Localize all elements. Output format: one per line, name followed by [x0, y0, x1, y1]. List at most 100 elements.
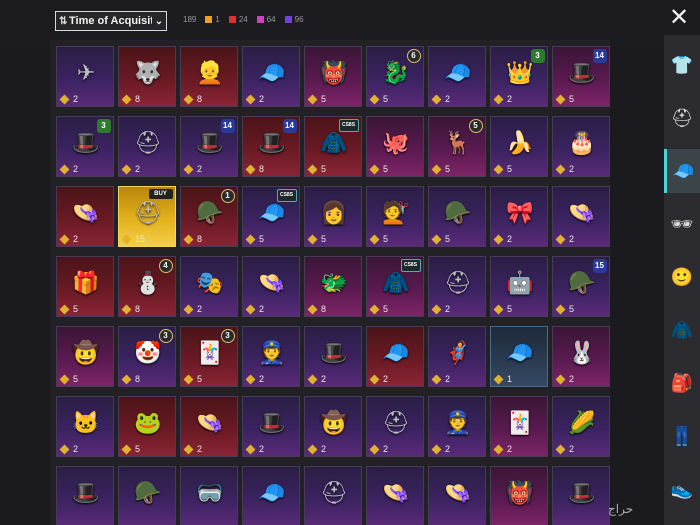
item-icon: ⛄: [134, 270, 162, 295]
inventory-item[interactable]: ✈ 2: [56, 46, 114, 107]
item-icon: 🐰: [568, 340, 596, 365]
item-icon: 👹: [506, 480, 534, 505]
item-count-value: 1: [507, 374, 513, 384]
inventory-item[interactable]: 🤠 5: [56, 326, 114, 387]
inventory-item[interactable]: 🐺 8: [118, 46, 176, 107]
inventory-item[interactable]: 🎩: [552, 466, 610, 525]
item-badge: 3: [96, 119, 111, 133]
coin-icon: [307, 164, 318, 174]
item-count: 2: [245, 444, 264, 454]
inventory-item[interactable]: ⛑ 2: [366, 396, 424, 457]
inventory-item[interactable]: 🧢 5 CS8S: [242, 186, 300, 247]
inventory-item[interactable]: 💇 5: [366, 186, 424, 247]
inventory-item[interactable]: 🐰 2: [552, 326, 610, 387]
inventory-item[interactable]: 🎁 5: [56, 256, 114, 317]
inventory-item[interactable]: ⛄ 8 4: [118, 256, 176, 317]
item-count: 5: [307, 234, 326, 244]
coin-icon: [493, 234, 504, 244]
inventory-item[interactable]: 👒 2: [552, 186, 610, 247]
tab-shoes[interactable]: 👟: [664, 467, 700, 511]
item-count: 2: [59, 94, 78, 104]
inventory-item[interactable]: 👩 5: [304, 186, 362, 247]
inventory-item[interactable]: 🪖 5 15: [552, 256, 610, 317]
inventory-item[interactable]: 🤖 5: [490, 256, 548, 317]
inventory-item[interactable]: 🎩 2: [242, 396, 300, 457]
tab-face[interactable]: 🙂: [664, 255, 700, 299]
inventory-item[interactable]: 🦌 5 5: [428, 116, 486, 177]
tab-jacket[interactable]: 🧥: [664, 308, 700, 352]
inventory-item[interactable]: 🎂 2: [552, 116, 610, 177]
inventory-item[interactable]: 👑 2 3: [490, 46, 548, 107]
inventory-item[interactable]: ⛑: [304, 466, 362, 525]
inventory-item[interactable]: 🎩 2 3: [56, 116, 114, 177]
inventory-item[interactable]: 🎩 8 14: [242, 116, 300, 177]
inventory-item[interactable]: 🧢: [242, 466, 300, 525]
inventory-item[interactable]: 🤠 2: [304, 396, 362, 457]
inventory-item[interactable]: 👮 2: [428, 396, 486, 457]
inventory-item[interactable]: 🤡 8 3: [118, 326, 176, 387]
jacket-icon: 🧥: [670, 319, 694, 340]
close-button[interactable]: ✕: [666, 5, 692, 31]
inventory-item[interactable]: 👮 2: [242, 326, 300, 387]
inventory-item[interactable]: 🎩 2 14: [180, 116, 238, 177]
inventory-item[interactable]: 🪖: [118, 466, 176, 525]
inventory-item[interactable]: 🍌 5: [490, 116, 548, 177]
inventory-item[interactable]: 👱 8: [180, 46, 238, 107]
inventory-item[interactable]: 🎀 2: [490, 186, 548, 247]
inventory-item[interactable]: 🎩 2: [304, 326, 362, 387]
inventory-item[interactable]: 🐱 2: [56, 396, 114, 457]
item-count: 2: [431, 94, 450, 104]
item-icon: 🤖: [506, 270, 534, 295]
inventory-item[interactable]: 🧢 1: [490, 326, 548, 387]
inventory-item[interactable]: 👹: [490, 466, 548, 525]
tab-outfit-set[interactable]: 👕: [664, 43, 700, 87]
item-icon: 🧢: [258, 480, 286, 505]
inventory-item[interactable]: 👒: [366, 466, 424, 525]
inventory-item[interactable]: 🎩: [56, 466, 114, 525]
item-count-value: 5: [73, 304, 79, 314]
inventory-item[interactable]: 👒 2: [242, 256, 300, 317]
inventory-item[interactable]: 🥽: [180, 466, 238, 525]
inventory-item[interactable]: 👒: [428, 466, 486, 525]
inventory-item[interactable]: 🪖 5: [428, 186, 486, 247]
inventory-item[interactable]: 🌽 2: [552, 396, 610, 457]
inventory-item[interactable]: 🃏 5 3: [180, 326, 238, 387]
inventory-item[interactable]: 🐲 8: [304, 256, 362, 317]
inventory-item[interactable]: 🧢 2: [242, 46, 300, 107]
inventory-item[interactable]: 👹 5: [304, 46, 362, 107]
tab-pants[interactable]: 👖: [664, 414, 700, 458]
coin-icon: [431, 444, 442, 454]
inventory-item[interactable]: 🃏 2: [490, 396, 548, 457]
inventory-item[interactable]: 🐸 5: [118, 396, 176, 457]
item-count: 2: [555, 164, 574, 174]
inventory-item[interactable]: 👒 2: [180, 396, 238, 457]
inventory-panel[interactable]: ✈ 2 🐺 8 👱 8 🧢 2 👹 5 🐉 5 6 🧢 2 👑 2 3 🎩 5 14 🎩 2 3 ⛑ 2 🎩 2 14 🎩 8 14 🧥 5 CS8…: [50, 40, 610, 525]
rarity-pink-count: 64: [266, 15, 276, 24]
inventory-item[interactable]: ⛑ 2: [428, 256, 486, 317]
inventory-item[interactable]: 🧢 2: [428, 46, 486, 107]
inventory-item[interactable]: ⛑ 15 BUY: [118, 186, 176, 247]
inventory-item[interactable]: 🧥 5 CS8S: [366, 256, 424, 317]
item-count-value: 5: [445, 164, 451, 174]
inventory-item[interactable]: 🧥 5 CS8S: [304, 116, 362, 177]
inventory-item[interactable]: 🎩 5 14: [552, 46, 610, 107]
sort-dropdown[interactable]: ⇅ Time of Acquisitior ⌄: [55, 11, 167, 31]
inventory-item[interactable]: 🪖 8 1: [180, 186, 238, 247]
tab-glasses[interactable]: 🕶: [664, 202, 700, 246]
coin-icon: [307, 94, 318, 104]
item-count: 5: [307, 164, 327, 174]
tab-hat[interactable]: 🧢: [664, 149, 700, 193]
inventory-item[interactable]: 🐉 5 6: [366, 46, 424, 107]
inventory-item[interactable]: 👒 2: [56, 186, 114, 247]
inventory-item[interactable]: 🎭 2: [180, 256, 238, 317]
item-count: 8: [183, 94, 202, 104]
face-icon: 🙂: [670, 266, 694, 287]
inventory-item[interactable]: 🦸 2: [428, 326, 486, 387]
tab-backpack[interactable]: 🎒: [664, 361, 700, 405]
tab-helmet[interactable]: ⛑: [664, 96, 700, 140]
item-count-value: 5: [321, 164, 327, 174]
item-badge: 3: [530, 49, 545, 63]
inventory-item[interactable]: ⛑ 2: [118, 116, 176, 177]
inventory-item[interactable]: 🐙 5: [366, 116, 424, 177]
inventory-item[interactable]: 🧢 2: [366, 326, 424, 387]
